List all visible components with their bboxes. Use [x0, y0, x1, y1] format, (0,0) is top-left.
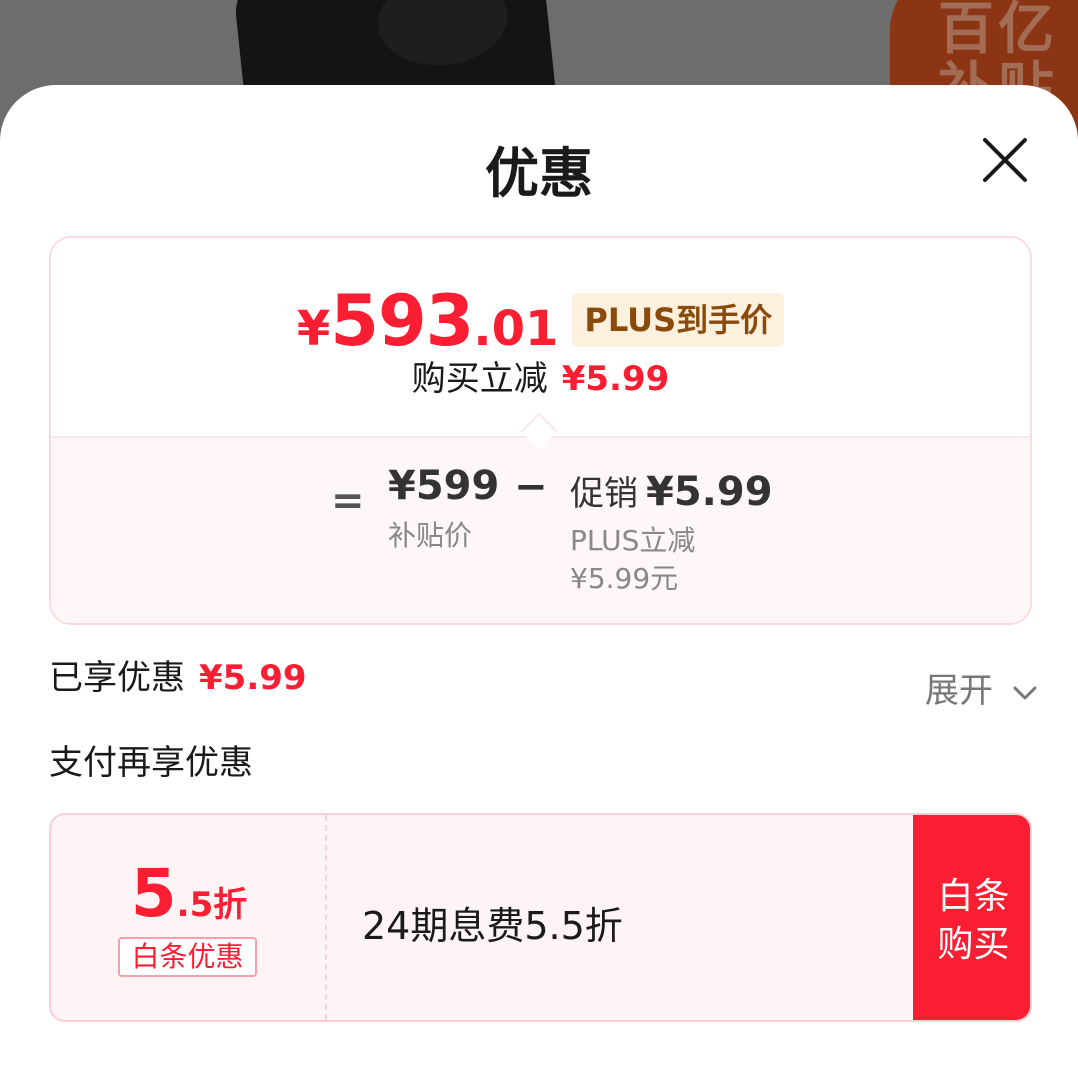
reduction-amount: ¥5.99 — [561, 359, 670, 399]
baitiao-buy-button[interactable]: 白条购买 — [913, 815, 1030, 1020]
rate-integer: 5 — [130, 855, 177, 932]
final-price: ¥593.01 PLUS到手价 — [51, 280, 1030, 362]
close-icon[interactable] — [975, 130, 1035, 190]
equals-sign: = — [331, 478, 365, 524]
plus-price-tag: PLUS到手价 — [572, 293, 785, 347]
subsidy-price-value: ¥599 — [388, 463, 500, 509]
discount-sheet: 优惠 ¥593.01 PLUS到手价 购买立减 ¥5.99 = ¥599 补贴价 −… — [0, 85, 1078, 1065]
price-card: ¥593.01 PLUS到手价 购买立减 ¥5.99 = ¥599 补贴价 − 促销… — [49, 236, 1032, 625]
baitiao-description: 24期息费5.5折 — [362, 904, 623, 948]
promotion-value: ¥5.99 — [646, 469, 773, 515]
promotion-detail-label: PLUS立减 — [570, 524, 696, 557]
subsidy-price-label: 补贴价 — [388, 519, 473, 552]
promotion-label: 促销 — [570, 474, 638, 514]
enjoyed-discount-label: 已享优惠 — [49, 658, 185, 698]
promotion-detail-amount: ¥5.99元 — [570, 562, 679, 595]
promotion-line: 促销 ¥5.99 — [570, 466, 773, 515]
enjoyed-discount: 已享优惠 ¥5.99 — [49, 650, 307, 699]
price-currency: ¥ — [296, 301, 331, 357]
price-integer: 593 — [330, 280, 474, 362]
chevron-down-icon — [1013, 686, 1037, 699]
payment-discount-title: 支付再享优惠 — [49, 743, 253, 783]
expand-label: 展开 — [925, 671, 993, 711]
baitiao-buy-label: 白条购买 — [937, 876, 1010, 965]
reduction-label: 购买立减 — [411, 359, 548, 399]
price-decimal: .01 — [473, 301, 559, 357]
minus-sign: − — [514, 464, 548, 510]
expand-button[interactable]: 展开 — [925, 663, 1038, 712]
enjoyed-discount-amount: ¥5.99 — [199, 658, 307, 698]
sheet-title: 优惠 — [485, 142, 593, 205]
rate-decimal: .5折 — [176, 885, 248, 925]
instant-reduction: 购买立减 ¥5.99 — [51, 351, 1030, 400]
baitiao-tag: 白条优惠 — [118, 937, 257, 977]
baitiao-offer-card[interactable]: 5.5折 白条优惠 24期息费5.5折 白条购买 — [49, 813, 1032, 1022]
baitiao-rate: 5.5折 — [51, 855, 327, 932]
